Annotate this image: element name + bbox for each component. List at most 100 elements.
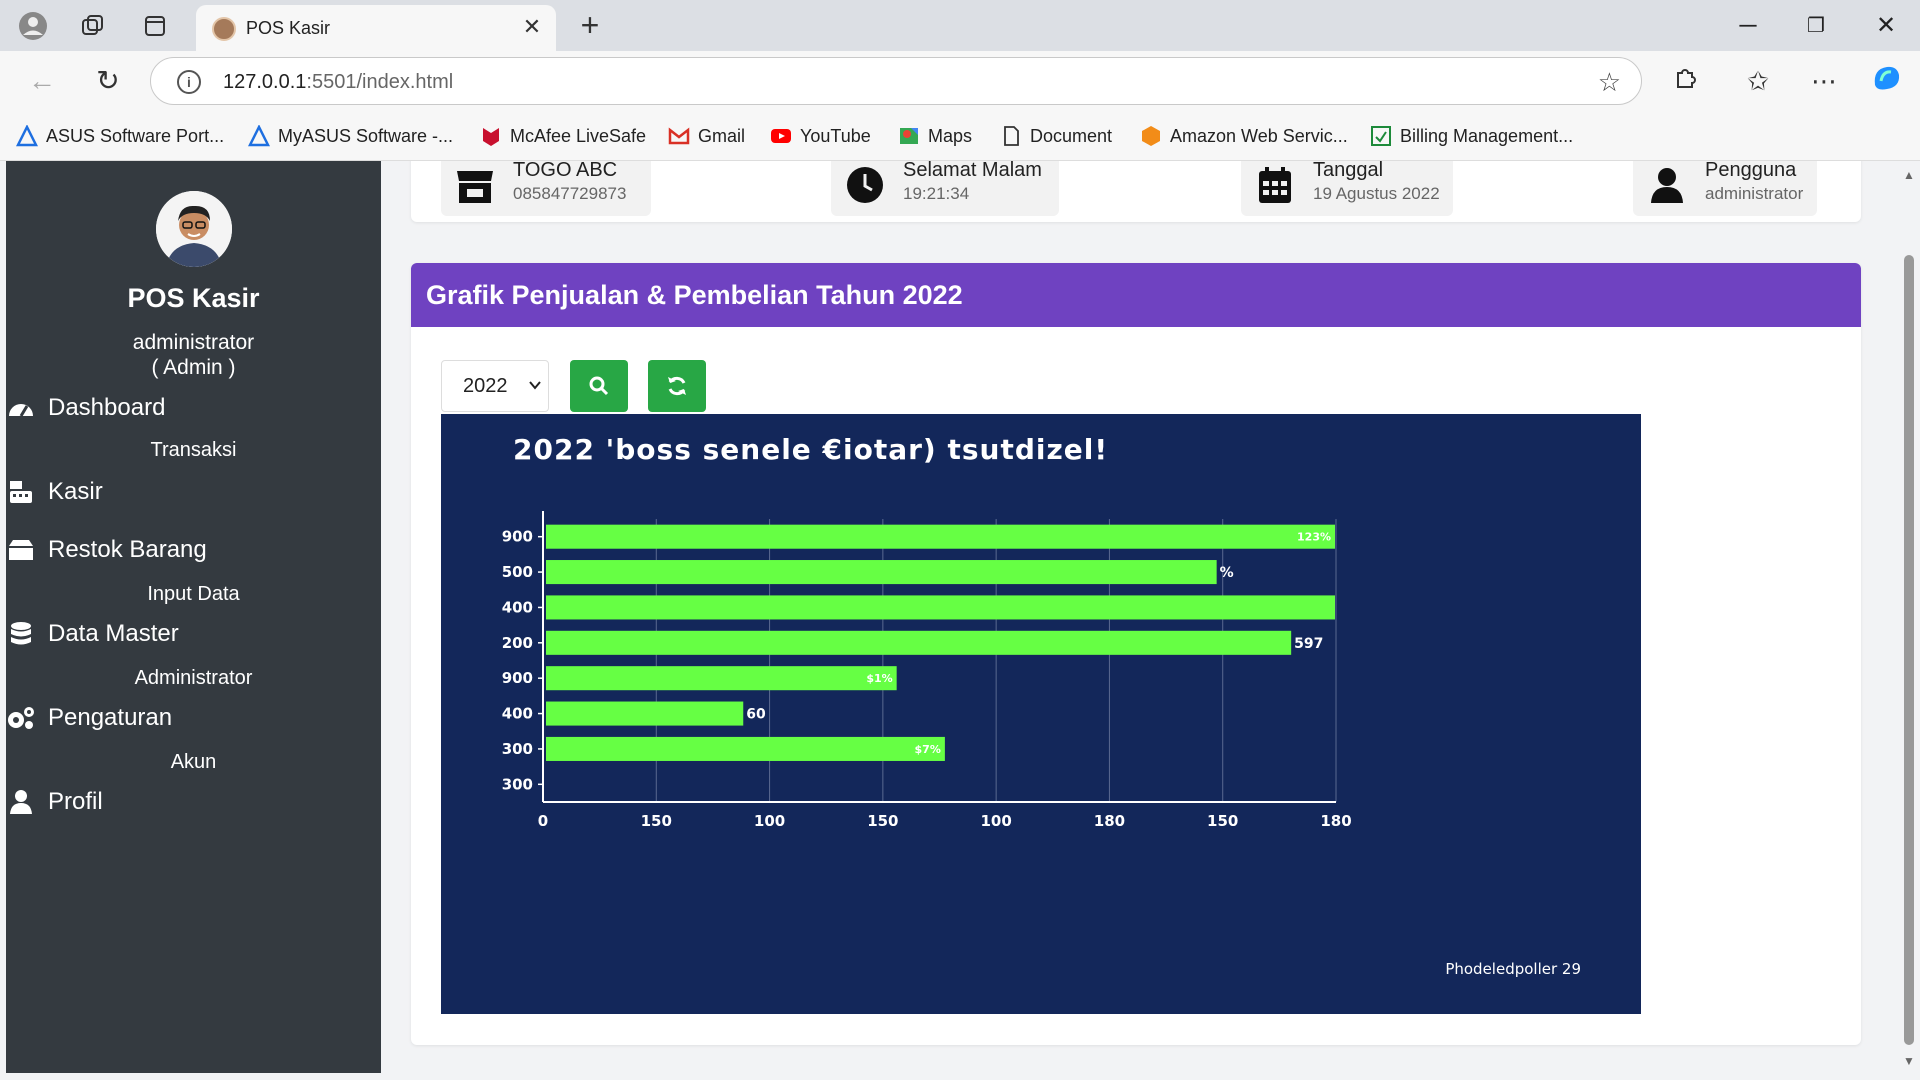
refresh-icon [668, 376, 686, 396]
gmail-icon [668, 127, 690, 145]
site-info-icon[interactable]: i [177, 70, 201, 94]
data-label: $1% [866, 672, 892, 685]
sidebar-item-label: Data Master [48, 620, 179, 647]
extensions-icon[interactable] [1666, 63, 1706, 99]
year-select[interactable]: 2022 [441, 360, 549, 412]
panel-title: Grafik Penjualan & Pembelian Tahun 2022 [426, 280, 963, 310]
bar [546, 630, 1292, 655]
bookmarks-bar: ASUS Software Port... MyASUS Software -.… [0, 111, 1920, 161]
bookmark-label: Document [1030, 125, 1113, 146]
submenu-administrator[interactable]: Administrator [6, 667, 381, 690]
bookmark-myasus[interactable]: MyASUS Software -... [248, 123, 453, 149]
bookmark-label: Gmail [698, 125, 746, 146]
asus-icon [16, 125, 38, 147]
restore-button[interactable]: ❐ [1786, 6, 1846, 46]
back-button[interactable]: ← [22, 63, 62, 99]
document-icon [1004, 126, 1019, 146]
close-window-button[interactable]: ✕ [1856, 6, 1916, 46]
new-tab-button[interactable]: + [572, 8, 608, 44]
copilot-icon[interactable] [1866, 63, 1906, 99]
sidebar-item-profil[interactable]: Profil [6, 785, 103, 819]
bar [546, 666, 897, 691]
bar [546, 595, 1335, 620]
y-tick-label: 400 [502, 598, 533, 616]
collections-icon[interactable] [76, 9, 110, 43]
user-icon [6, 789, 36, 815]
tab-pos-kasir[interactable]: POS Kasir ✕ [196, 5, 556, 51]
search-button[interactable] [570, 360, 628, 412]
year-select-value: 2022 [463, 375, 508, 397]
x-tick-label: 150 [867, 812, 898, 830]
bookmark-document[interactable]: Document [1000, 123, 1112, 149]
sidebar-item-pengaturan[interactable]: Pengaturan [6, 701, 172, 735]
y-tick-label: 500 [502, 563, 533, 581]
bookmark-maps[interactable]: Maps [898, 123, 972, 149]
bar [546, 701, 744, 726]
url-host: 127.0.0.1 [223, 71, 307, 93]
data-label: $7% [915, 743, 941, 756]
bookmark-billing[interactable]: Billing Management... [1370, 123, 1573, 149]
panel-header: Grafik Penjualan & Pembelian Tahun 2022 [411, 263, 1861, 327]
submenu-transaksi[interactable]: Transaksi [6, 439, 381, 462]
bookmark-mcafee[interactable]: McAfee LiveSafe [480, 123, 646, 149]
favorites-icon[interactable]: ✩ [1738, 63, 1778, 99]
tab-title: POS Kasir [246, 18, 331, 38]
refresh-data-button[interactable] [648, 360, 706, 412]
profile-icon[interactable] [16, 9, 50, 43]
scroll-up-icon[interactable]: ▲ [1902, 169, 1916, 181]
bookmark-asus-software[interactable]: ASUS Software Port... [16, 123, 224, 149]
y-tick-label: 300 [502, 740, 533, 758]
chart-footnote: Phodeledpoller 29 [1445, 960, 1581, 978]
data-label: 597 [1294, 636, 1323, 652]
sidebar-item-label: Profil [48, 788, 103, 815]
bookmark-label: Maps [928, 125, 973, 146]
submenu-input-data[interactable]: Input Data [6, 583, 381, 606]
mcafee-icon [483, 128, 499, 146]
page-scrollbar[interactable]: ▲ ▼ [1900, 169, 1916, 1069]
dashboard-icon [6, 395, 36, 421]
submenu-akun[interactable]: Akun [6, 751, 381, 774]
billing-icon [1371, 126, 1391, 146]
date-value: 19 Agustus 2022 [1313, 184, 1440, 203]
minimize-button[interactable]: ─ [1718, 6, 1778, 46]
avatar [156, 191, 232, 267]
scroll-down-icon[interactable]: ▼ [1902, 1055, 1916, 1067]
chart-panel: Grafik Penjualan & Pembelian Tahun 2022 … [411, 263, 1861, 1045]
main-content: TOGO ABC 085847729873 Selamat Malam 19:2… [411, 161, 1861, 1073]
bookmark-youtube[interactable]: YouTube [770, 123, 871, 149]
page-viewport: POS Kasir administrator ( Admin ) Dashbo… [0, 161, 1920, 1080]
bookmark-label: MyASUS Software -... [278, 125, 454, 146]
bar [546, 524, 1335, 549]
url-bar[interactable]: i 127.0.0.1:5501/index.html ☆ [150, 57, 1642, 105]
y-tick-label: 300 [502, 775, 533, 793]
bookmark-label: ASUS Software Port... [46, 125, 225, 146]
bookmark-label: Billing Management... [1400, 125, 1574, 146]
bookmark-aws[interactable]: Amazon Web Servic... [1140, 123, 1348, 149]
maps-icon [900, 128, 918, 144]
sidebar-item-dashboard[interactable]: Dashboard [6, 391, 165, 425]
tab-close-icon[interactable]: ✕ [518, 13, 546, 41]
bookmark-gmail[interactable]: Gmail [668, 123, 745, 149]
date-label: Tanggal [1313, 161, 1384, 181]
store-info-card: TOGO ABC 085847729873 [441, 161, 651, 216]
chart-bars: 123%% 597 $1% 60 $7% [546, 524, 1335, 761]
sidebar-item-restok-barang[interactable]: Restok Barang [6, 533, 207, 567]
more-options-icon[interactable]: ⋯ [1804, 63, 1844, 99]
calendar-icon [1259, 167, 1291, 203]
current-time: 19:21:34 [903, 184, 970, 203]
tab-favicon-icon [212, 17, 236, 41]
box-icon [6, 537, 36, 563]
chart-image: 2022 'boss senele €iotar) tsutdizel! 123… [441, 414, 1641, 1014]
url-text[interactable]: 127.0.0.1:5501/index.html [223, 71, 453, 94]
sidebar-item-data-master[interactable]: Data Master [6, 617, 179, 651]
user-info-card: Pengguna administrator [1633, 161, 1817, 216]
sidebar-user-role: ( Admin ) [151, 356, 236, 379]
scrollbar-thumb[interactable] [1904, 255, 1914, 1045]
refresh-button[interactable]: ↻ [88, 63, 128, 99]
x-tick-label: 150 [1207, 812, 1238, 830]
sidebar-item-kasir[interactable]: Kasir [6, 475, 103, 509]
favorite-star-icon[interactable]: ☆ [1598, 67, 1621, 98]
tab-actions-icon[interactable] [138, 9, 172, 43]
y-tick-label: 400 [502, 705, 533, 723]
x-tick-label: 100 [754, 812, 785, 830]
